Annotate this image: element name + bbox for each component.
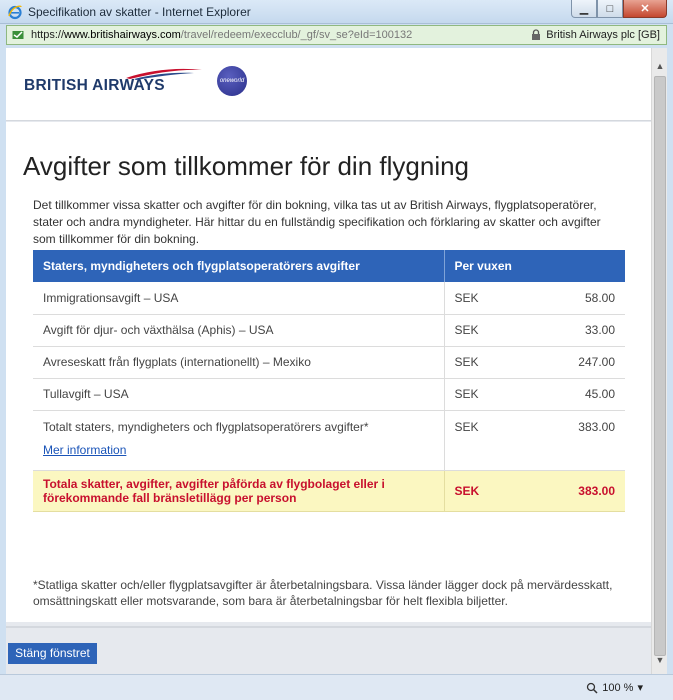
fee-amount: 58.00 — [584, 290, 615, 305]
main-content: Avgifter som tillkommer för din flygning… — [6, 122, 651, 622]
empty-cell — [443, 440, 625, 471]
more-info-row: Mer information — [33, 440, 625, 471]
oneworld-logo: oneworld — [217, 66, 247, 96]
grand-total-label: Totala skatter, avgifter, avgifter påför… — [33, 469, 444, 512]
close-window-page-button[interactable]: Stäng fönstret — [8, 643, 97, 664]
scroll-down-icon[interactable]: ▼ — [652, 652, 668, 668]
fee-amount: 45.00 — [584, 387, 615, 401]
vertical-scrollbar[interactable]: ▲ ▼ — [651, 48, 667, 674]
close-window-button[interactable]: ✕ — [623, 0, 667, 18]
url-protocol: https:// — [31, 29, 65, 41]
lock-icon — [532, 29, 541, 40]
fee-value-cell: SEK 45.00 — [443, 378, 625, 411]
table-row: Immigrationsavgift – USA SEK 58.00 — [33, 282, 625, 315]
fee-value-cell: SEK 33.00 — [443, 314, 625, 347]
grand-total-value-cell: SEK 383.00 — [443, 469, 625, 512]
certificate-indicator[interactable]: British Airways plc [GB] — [531, 29, 660, 41]
fee-currency: SEK — [454, 387, 479, 401]
zoom-icon — [587, 682, 598, 694]
fee-currency: SEK — [454, 355, 479, 369]
divider — [6, 626, 651, 628]
maximize-button[interactable]: □ — [597, 0, 623, 18]
table-header-row: Staters, myndigheters och flygplatsopera… — [33, 250, 625, 282]
page-title: Avgifter som tillkommer för din flygning — [23, 151, 470, 181]
table-row: Avreseskatt från flygplats (internatione… — [33, 346, 625, 379]
fee-currency: SEK — [454, 290, 479, 305]
fee-label: Tullavgift – USA — [33, 378, 444, 411]
fee-label: Avreseskatt från flygplats (internatione… — [33, 346, 444, 379]
speedmarque-icon — [126, 68, 202, 80]
fee-label: Avgift för djur- och växthälsa (Aphis) –… — [33, 314, 444, 347]
more-info-link[interactable]: Mer information — [43, 443, 126, 457]
zoom-control[interactable]: 100 % ▾ — [586, 681, 643, 694]
zoom-level: 100 % — [602, 681, 634, 694]
footnote-text: *Statliga skatter och/eller flygplatsavg… — [33, 578, 613, 608]
subtotal-currency: SEK — [454, 419, 479, 434]
internet-explorer-icon — [8, 5, 22, 20]
window-titlebar: Specifikation av skatter - Internet Expl… — [0, 0, 673, 24]
minimize-button[interactable]: ▁ — [571, 0, 597, 18]
url-path: /travel/redeem/execclub/_gf/sv_se?eId=10… — [180, 29, 413, 41]
subtotal-label: Totalt staters, myndigheters och flygpla… — [33, 410, 444, 440]
url-field[interactable]: https://www.britishairways.com/travel/re… — [31, 29, 412, 41]
column-header-per-adult: Per vuxen — [443, 250, 625, 282]
subtotal-row: Totalt staters, myndigheters och flygpla… — [33, 410, 625, 440]
fee-amount: 247.00 — [578, 355, 615, 369]
status-bar: 100 % ▾ — [0, 674, 673, 700]
fee-value-cell: SEK 247.00 — [443, 346, 625, 379]
certificate-label: British Airways plc [GB] — [546, 29, 660, 41]
fee-amount: 33.00 — [584, 323, 615, 337]
url-host: www.britishairways.com — [64, 29, 181, 41]
chevron-down-icon[interactable]: ▾ — [637, 681, 643, 694]
table-row: Tullavgift – USA SEK 45.00 — [33, 378, 625, 411]
grand-total-amount: 383.00 — [578, 483, 615, 498]
window-title: Specifikation av skatter - Internet Expl… — [28, 5, 251, 19]
fees-table: Staters, myndigheters och flygplatsopera… — [33, 250, 625, 512]
fee-label: Immigrationsavgift – USA — [33, 282, 444, 315]
grand-total-currency: SEK — [454, 483, 480, 498]
fee-value-cell: SEK 58.00 — [443, 282, 625, 315]
more-info-cell: Mer information — [33, 440, 444, 471]
site-header: BRITISH AIRWAYS oneworld — [6, 48, 651, 121]
fee-currency: SEK — [454, 323, 479, 337]
subtotal-value-cell: SEK 383.00 — [443, 410, 625, 440]
intro-text: Det tillkommer vissa skatter och avgifte… — [33, 198, 601, 246]
column-header-fees: Staters, myndigheters och flygplatsopera… — [33, 250, 444, 282]
scrollbar-thumb[interactable] — [654, 76, 666, 656]
address-bar[interactable]: https://www.britishairways.com/travel/re… — [6, 25, 667, 45]
scroll-up-icon[interactable]: ▲ — [652, 58, 668, 74]
window-controls: ▁ □ ✕ — [571, 0, 667, 19]
table-row: Avgift för djur- och växthälsa (Aphis) –… — [33, 314, 625, 347]
grand-total-row: Totala skatter, avgifter, avgifter påför… — [33, 469, 625, 512]
page-viewport: BRITISH AIRWAYS oneworld Avgifter som ti… — [6, 48, 651, 674]
subtotal-amount: 383.00 — [578, 419, 615, 434]
secure-page-icon — [12, 31, 24, 39]
